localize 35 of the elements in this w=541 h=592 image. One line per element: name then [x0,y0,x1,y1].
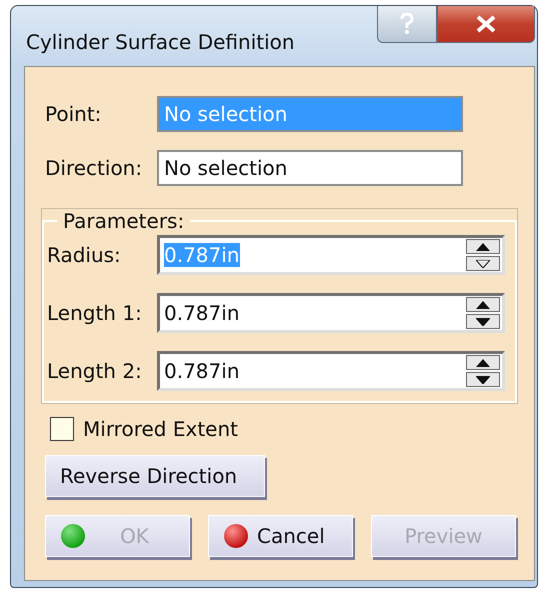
field-label: Point: [45,102,102,126]
reverse-direction-button[interactable]: Reverse Direction [45,455,265,497]
spinner-field[interactable]: 0.787in [157,293,505,333]
spin-down-button[interactable] [466,314,500,329]
selection-field[interactable]: No selection [157,150,463,186]
spin-down-button[interactable] [466,256,500,271]
group-title: Parameters: [62,209,186,233]
down-triangle-icon [476,376,490,384]
close-icon [476,15,496,33]
parameter-label: Radius: [47,243,122,267]
close-button[interactable] [437,6,535,43]
help-button[interactable] [377,6,437,43]
up-triangle-icon [476,300,490,308]
down-triangle-icon [476,318,490,326]
help-icon [400,13,414,35]
spin-down-button[interactable] [466,372,500,387]
parameter-label: Length 2: [47,359,143,383]
cancel-button[interactable]: Cancel [208,515,353,557]
checkbox-label: Mirrored Extent [83,417,239,441]
field-label: Direction: [45,156,144,180]
spin-up-button[interactable] [466,355,500,370]
up-triangle-icon [476,242,490,250]
sphere-icon [60,523,86,549]
spin-up-button[interactable] [466,297,500,312]
down-triangle-icon [476,260,490,268]
spinner-field[interactable]: 0.787in [157,351,505,391]
spinner-value: 0.787in [164,243,240,267]
spin-up-button[interactable] [466,239,500,254]
sphere-icon [223,523,249,549]
spinner-value: 0.787in [164,359,240,383]
up-triangle-icon [476,358,490,366]
window-title: Cylinder Surface Definition [26,30,295,54]
spinner-value: 0.787in [164,301,240,325]
parameter-label: Length 1: [47,301,143,325]
checkbox[interactable] [50,417,74,441]
